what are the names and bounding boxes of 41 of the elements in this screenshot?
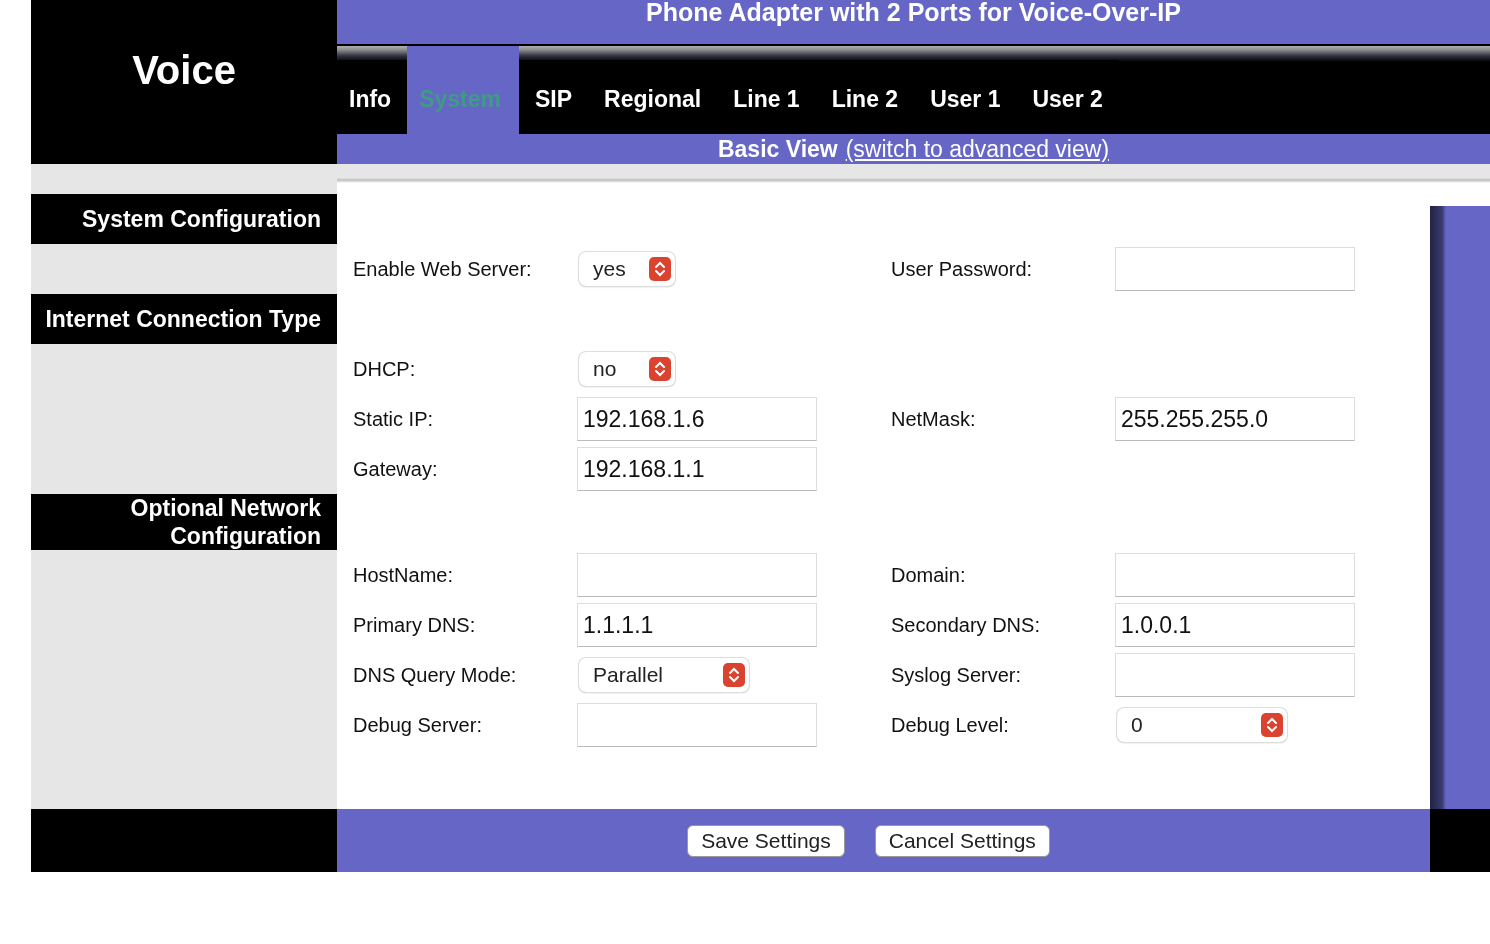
stepper-icon: [1261, 713, 1283, 737]
field-label: User Password:: [891, 257, 1034, 281]
page-title: Phone Adapter with 2 Ports for Voice-Over-IP: [646, 0, 1181, 26]
input-field[interactable]: [577, 703, 817, 747]
section-heading: Optional Network Configuration: [31, 494, 337, 550]
input-field[interactable]: 192.168.1.6: [577, 397, 817, 441]
field-label: Debug Server:: [353, 713, 483, 737]
dropdown-select[interactable]: 0: [1117, 708, 1287, 742]
dropdown-select[interactable]: Parallel: [579, 658, 749, 692]
stepper-icon: [649, 357, 671, 381]
field-label: Syslog Server:: [891, 663, 1023, 687]
field-label: Static IP:: [353, 407, 435, 431]
dropdown-select[interactable]: yes: [579, 252, 675, 286]
field-label: Debug Level:: [891, 713, 1010, 737]
input-field[interactable]: [1115, 553, 1355, 597]
stepper-icon: [649, 257, 671, 281]
field-label: Primary DNS:: [353, 613, 477, 637]
settings-button[interactable]: Cancel Settings: [874, 824, 1050, 857]
section-heading: System Configuration: [31, 194, 337, 244]
input-field[interactable]: [1115, 247, 1355, 291]
input-field[interactable]: 1.0.0.1: [1115, 603, 1355, 647]
stepper-icon: [723, 663, 745, 687]
field-label: Secondary DNS:: [891, 613, 1041, 637]
input-field[interactable]: 192.168.1.1: [577, 447, 817, 491]
field-label: Domain:: [891, 563, 967, 587]
brand-title: Voice: [132, 47, 236, 94]
advanced-view-link[interactable]: (switch to advanced view): [845, 136, 1110, 162]
dropdown-select[interactable]: no: [579, 352, 675, 386]
view-label: Basic View: [717, 136, 838, 162]
section-heading: Internet Connection Type: [31, 294, 337, 344]
field-label: HostName:: [353, 563, 455, 587]
input-field[interactable]: [1115, 653, 1355, 697]
field-label: DHCP:: [353, 357, 417, 381]
input-field[interactable]: 1.1.1.1: [577, 603, 817, 647]
field-label: DNS Query Mode:: [353, 663, 518, 687]
input-field[interactable]: [577, 553, 817, 597]
field-label: Enable Web Server:: [353, 257, 533, 281]
field-label: NetMask:: [891, 407, 977, 431]
settings-button[interactable]: Save Settings: [687, 824, 845, 857]
input-field[interactable]: 255.255.255.0: [1115, 397, 1355, 441]
field-label: Gateway:: [353, 457, 439, 481]
